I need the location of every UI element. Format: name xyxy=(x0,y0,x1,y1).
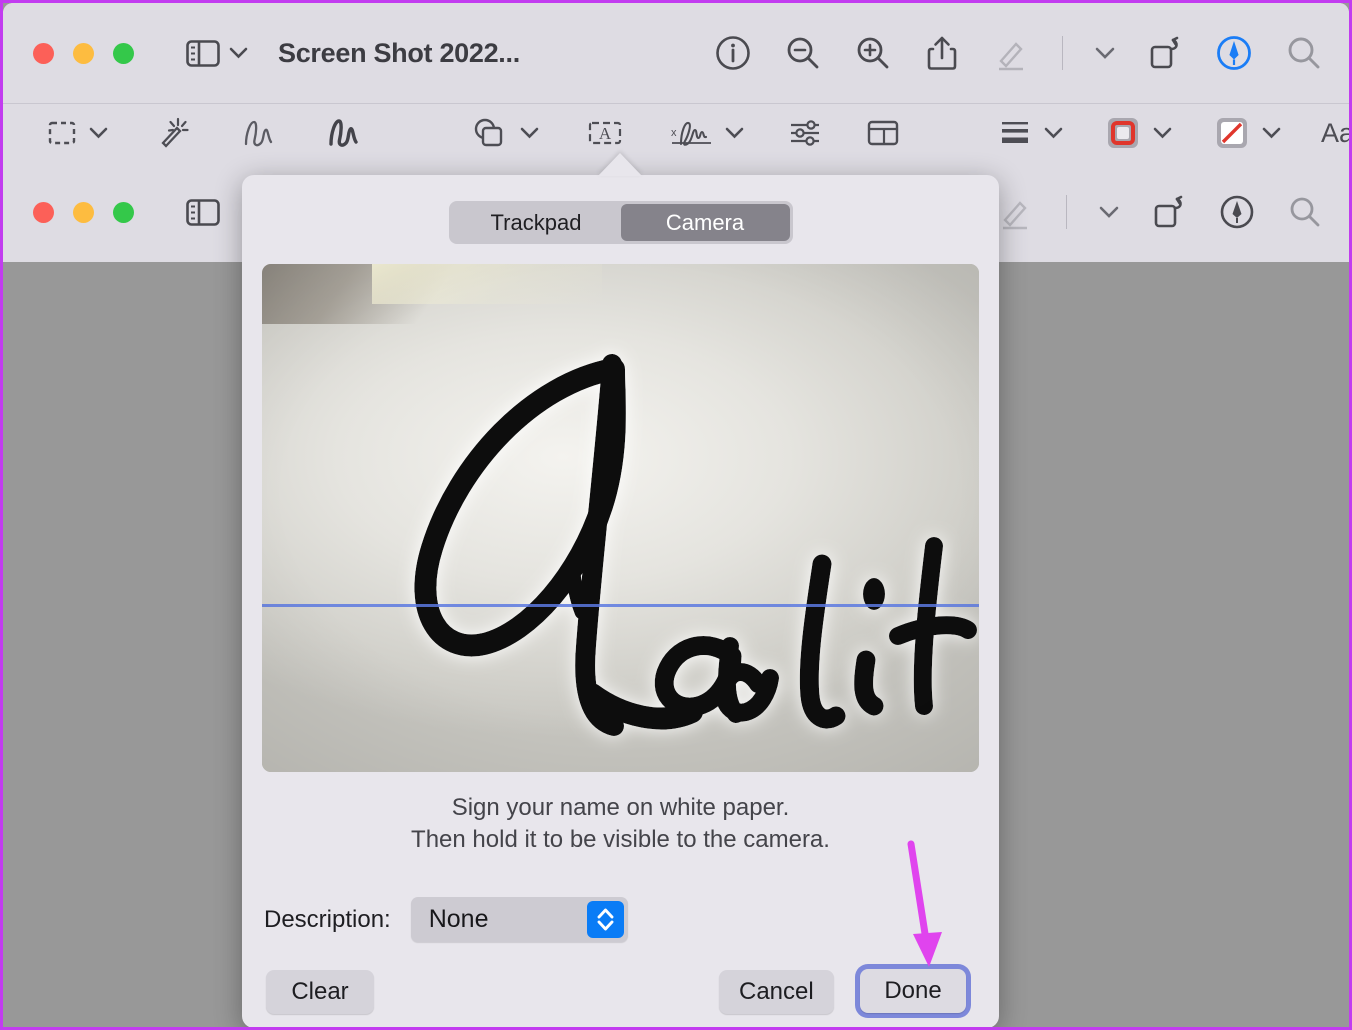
minimize-button[interactable] xyxy=(73,42,94,64)
cancel-button[interactable]: Cancel xyxy=(719,970,834,1014)
text-tool[interactable]: A xyxy=(587,118,623,148)
page-title: Screen Shot 2022... xyxy=(278,37,520,68)
markup-toolbar: A x Aa xyxy=(3,103,1349,162)
chevron-updown-icon[interactable] xyxy=(586,901,624,938)
chevron-down-icon[interactable] xyxy=(725,127,744,139)
zoom-button[interactable] xyxy=(113,201,134,223)
rotate-left-icon[interactable] xyxy=(1151,194,1187,230)
background-titlebar-tools xyxy=(996,162,1323,262)
description-select[interactable]: None xyxy=(410,897,628,942)
shapes-tool[interactable] xyxy=(472,117,506,149)
fill-color-tool[interactable] xyxy=(1214,116,1250,150)
share-icon[interactable] xyxy=(924,34,960,72)
markup-pen-circle-icon[interactable] xyxy=(1219,194,1255,230)
text-style-tool[interactable]: Aa xyxy=(1321,118,1349,149)
camera-vignette xyxy=(262,264,979,772)
draw-tool[interactable] xyxy=(326,116,364,150)
chevron-down-icon[interactable] xyxy=(89,127,108,139)
sign-tool[interactable]: x xyxy=(669,116,715,150)
description-value: None xyxy=(428,905,489,933)
description-row: Description: None xyxy=(264,897,628,942)
chevron-down-icon[interactable] xyxy=(1099,206,1119,219)
toolbar-divider xyxy=(1066,195,1067,229)
annotation-arrow xyxy=(907,840,942,967)
input-method-segmented-control[interactable]: Trackpad Camera xyxy=(448,201,793,244)
sidebar-icon xyxy=(186,39,220,67)
window-titlebar: Screen Shot 2022... xyxy=(3,3,1349,103)
tab-trackpad[interactable]: Trackpad xyxy=(452,204,621,241)
sidebar-view-button[interactable] xyxy=(186,198,220,226)
adjust-color-tool[interactable] xyxy=(788,118,822,148)
titlebar-tools xyxy=(714,3,1323,103)
traffic-lights xyxy=(33,42,134,64)
shape-style-tool[interactable] xyxy=(1000,119,1032,147)
sidebar-icon xyxy=(186,198,220,226)
pen-highlighter-icon[interactable] xyxy=(992,34,1030,72)
magnifier-plus-icon[interactable] xyxy=(854,34,892,72)
magnifier-minus-icon[interactable] xyxy=(784,34,822,72)
minimize-button[interactable] xyxy=(73,201,94,223)
description-label: Description: xyxy=(264,905,391,933)
svg-text:x: x xyxy=(671,127,677,139)
input-method-segmented-wrap: Trackpad Camera xyxy=(242,175,999,244)
zoom-button[interactable] xyxy=(113,42,134,64)
popover-arrow xyxy=(598,153,642,176)
instant-alpha-tool[interactable] xyxy=(156,116,190,150)
clear-button[interactable]: Clear xyxy=(266,970,374,1014)
done-button-focus-ring: Done xyxy=(855,964,971,1018)
close-button[interactable] xyxy=(33,201,54,223)
tab-camera[interactable]: Camera xyxy=(620,204,790,241)
chevron-down-icon[interactable] xyxy=(1262,127,1281,139)
background-traffic-lights xyxy=(33,201,134,223)
instructions-line-1: Sign your name on white paper. xyxy=(451,794,790,821)
chevron-down-icon[interactable] xyxy=(1095,47,1115,60)
markup-pen-circle-icon[interactable] xyxy=(1215,34,1253,72)
svg-text:A: A xyxy=(599,124,612,143)
chevron-down-icon[interactable] xyxy=(520,127,539,139)
preview-window: Screen Shot 2022... A x Aa xyxy=(3,3,1349,162)
rotate-left-icon[interactable] xyxy=(1147,35,1183,71)
adjust-size-tool[interactable] xyxy=(866,118,900,148)
chevron-down-icon[interactable] xyxy=(1044,127,1063,139)
border-color-tool[interactable] xyxy=(1105,116,1141,150)
toolbar-divider xyxy=(1062,36,1063,70)
close-button[interactable] xyxy=(33,42,54,64)
chevron-down-icon[interactable] xyxy=(1153,127,1172,139)
done-button[interactable]: Done xyxy=(860,969,966,1013)
pen-highlighter-icon[interactable] xyxy=(996,193,1034,231)
chevron-down-icon[interactable] xyxy=(229,47,248,59)
sketch-tool[interactable] xyxy=(240,116,278,150)
selection-tool[interactable] xyxy=(47,118,77,148)
screenshot-root: Screen Shot 2022... A x Aa Trackpad Came… xyxy=(0,0,1352,1030)
search-icon[interactable] xyxy=(1287,194,1323,230)
sidebar-view-button[interactable] xyxy=(186,39,248,67)
search-icon[interactable] xyxy=(1285,34,1323,72)
info-circle-icon[interactable] xyxy=(714,34,752,72)
camera-preview[interactable] xyxy=(262,264,979,772)
